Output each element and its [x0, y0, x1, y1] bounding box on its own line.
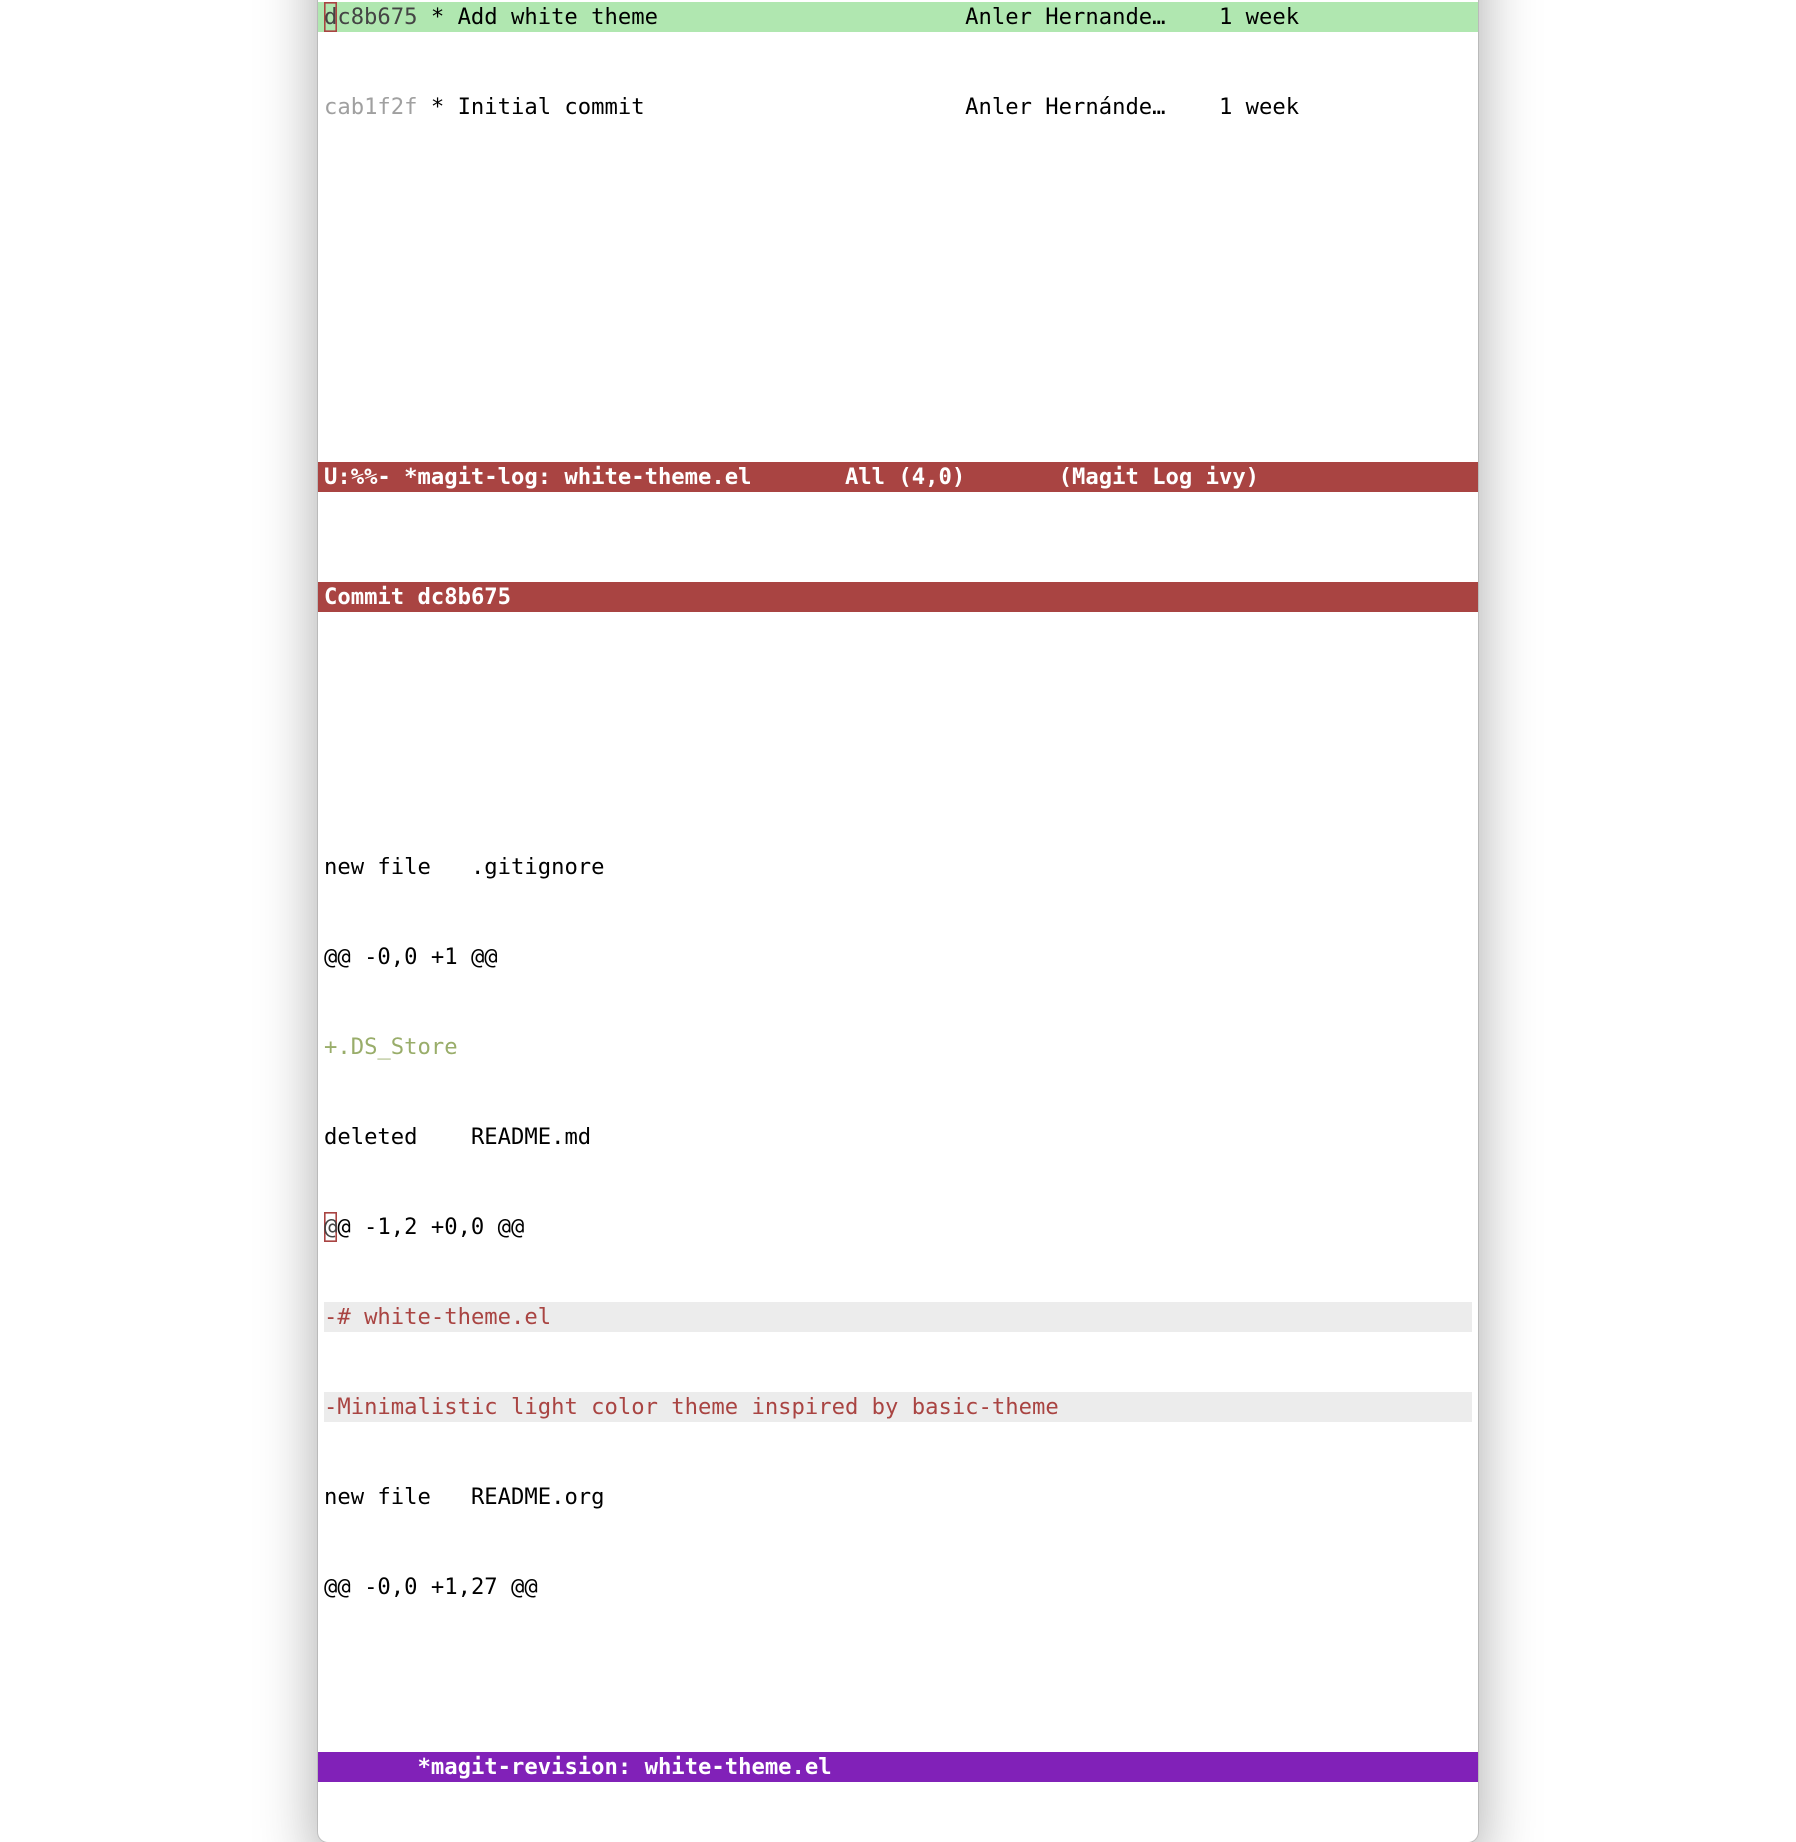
commit-author: Anler Hernande… [965, 2, 1179, 32]
emacs-window: Emacs@Anlers-MacBook-Pro.local Commits i… [318, 0, 1478, 1842]
diff-file-header: new file .gitignore [324, 852, 1472, 882]
modeline-bottom: *magit-revision: white-theme.el [318, 1752, 1478, 1782]
blank-line [318, 672, 1478, 702]
point-cursor: d [324, 2, 337, 32]
point-cursor: @ [324, 1212, 337, 1242]
commit-hash: dc8b675 [324, 2, 431, 32]
modeline-pos: All (4,0) [845, 462, 1059, 492]
diff-removed-line: -Minimalistic light color theme inspired… [324, 1392, 1472, 1422]
magit-log-buffer[interactable]: Commits in master fc9f66d * master origi… [318, 0, 1478, 1842]
commit-graph: * [431, 92, 458, 122]
modeline-buffer: *magit-log: white-theme.el [404, 462, 845, 492]
commit-msg: Initial commit [458, 92, 966, 122]
section-header-commit: Commit dc8b675 [318, 582, 1478, 612]
commit-graph: * [431, 2, 458, 32]
commit-hash: cab1f2f [324, 92, 431, 122]
commit-age: 1 week [1179, 92, 1299, 122]
modeline-top: U:%%- *magit-log: white-theme.el All (4,… [318, 462, 1478, 492]
commit-age: 1 week [1179, 2, 1299, 32]
commit-author: Anler Hernánde… [965, 92, 1179, 122]
diff-added-line: +.DS_Store [324, 1032, 1472, 1062]
commit-row[interactable]: cab1f2f * Initial commit Anler Hernánde…… [318, 92, 1478, 122]
diff-hunk-header: @@ -0,0 +1,27 @@ [324, 1572, 1472, 1602]
diff-file-header: new file README.org [324, 1482, 1472, 1512]
diff-hunk-header: @@ -1,2 +0,0 @@ [324, 1212, 1472, 1242]
buffer-whitespace [318, 212, 1478, 372]
modeline-status: U:%%- [324, 462, 404, 492]
modeline-mode: (Magit Log ivy) [1059, 462, 1259, 492]
commit-row-selected[interactable]: dc8b675 * Add white theme Anler Hernande… [318, 2, 1478, 32]
commit-msg: Add white theme [458, 2, 966, 32]
diff-hunk-header: @@ -0,0 +1 @@ [324, 942, 1472, 972]
diff-view[interactable]: new file .gitignore @@ -0,0 +1 @@ +.DS_S… [318, 792, 1478, 1662]
diff-file-header: deleted README.md [324, 1122, 1472, 1152]
diff-removed-line: -# white-theme.el [324, 1302, 1472, 1332]
